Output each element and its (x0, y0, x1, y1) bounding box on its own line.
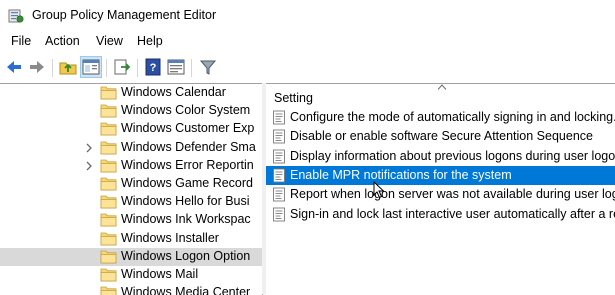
policy-setting-row[interactable]: Sign-in and lock last interactive user a… (266, 205, 615, 224)
folder-icon (100, 86, 117, 100)
tree-item-label: Windows Game Record (121, 176, 253, 190)
policy-setting-icon (273, 207, 285, 221)
folder-icon (100, 213, 117, 227)
tree-item[interactable]: Windows Defender Sma (0, 139, 262, 157)
tree-pane[interactable]: Windows Calendar Windows Color System Wind… (0, 83, 263, 295)
export-list-icon[interactable] (112, 57, 132, 77)
window-title: Group Policy Management Editor (32, 8, 217, 22)
tree-item[interactable]: Windows Media Center (0, 284, 262, 295)
policy-setting-row[interactable]: Report when logon server was not availab… (266, 185, 615, 204)
up-folder-icon[interactable] (58, 57, 78, 77)
tree-item[interactable]: Windows Mail (0, 266, 262, 284)
tree-item-label: Windows Calendar (121, 85, 226, 99)
menu-action[interactable]: Action (45, 34, 80, 48)
settings-list-pane[interactable]: Setting Configure the mode of automatica… (266, 83, 615, 295)
toolbar-separator (106, 59, 107, 77)
folder-icon (100, 177, 117, 191)
tree-item[interactable]: Windows Ink Workspac (0, 211, 262, 229)
tree-item-label: Windows Ink Workspac (121, 212, 251, 227)
menu-help[interactable]: Help (137, 34, 163, 48)
folder-icon (100, 250, 117, 264)
tree-item-label: Windows Installer (121, 230, 219, 245)
policy-setting-icon (273, 129, 285, 144)
policy-setting-icon (273, 187, 285, 202)
tree-item[interactable]: Windows Logon Option (0, 247, 262, 266)
policy-setting-label: Report when logon server was not availab… (290, 187, 615, 202)
policy-setting-label: Disable or enable software Secure Attent… (290, 129, 593, 144)
tree-item-label: Windows Mail (121, 267, 199, 281)
properties-pane-icon[interactable] (166, 57, 186, 77)
policy-setting-row[interactable]: Display information about previous logon… (266, 147, 615, 166)
policy-setting-label: Sign-in and lock last interactive user a… (290, 206, 615, 221)
tree-item[interactable]: Windows Calendar (0, 84, 262, 102)
menu-view[interactable]: View (96, 34, 123, 48)
policy-setting-row[interactable]: Disable or enable software Secure Attent… (266, 127, 615, 146)
tree-item-label: Windows Customer Exp (121, 121, 255, 136)
toolbar-separator (191, 59, 192, 77)
tree-item-label: Windows Color System (121, 103, 251, 118)
toolbar-separator (137, 59, 138, 77)
menu-bar: File Action View Help (0, 31, 615, 53)
menu-file[interactable]: File (11, 34, 31, 48)
show-hide-tree-icon[interactable] (80, 56, 102, 78)
tree-item-label: Windows Error Reportin (121, 157, 254, 172)
policy-setting-row[interactable]: Configure the mode of automatically sign… (266, 108, 615, 127)
folder-icon (100, 104, 117, 118)
filter-icon[interactable] (198, 57, 218, 77)
forward-arrow-icon[interactable] (27, 57, 47, 77)
mouse-cursor-icon (373, 181, 385, 199)
tree-item[interactable]: Windows Customer Exp (0, 120, 262, 138)
tree-item-label: Windows Logon Option (121, 248, 251, 263)
policy-setting-label: Enable MPR notifications for the system (290, 167, 512, 182)
back-arrow-icon[interactable] (4, 57, 24, 77)
policy-setting-label: Configure the mode of automatically sign… (290, 110, 615, 124)
folder-icon (100, 159, 117, 173)
policy-setting-label: Display information about previous logon… (290, 148, 615, 163)
tree-item[interactable]: Windows Game Record (0, 175, 262, 193)
title-bar: Group Policy Management Editor (0, 0, 615, 31)
sort-ascending-icon (438, 84, 446, 90)
tree-item[interactable]: Windows Hello for Busi (0, 193, 262, 211)
tree-item[interactable]: Windows Error Reportin (0, 157, 262, 175)
folder-icon (100, 122, 117, 136)
group-policy-app-icon (8, 9, 24, 23)
toolbar-separator (52, 59, 53, 77)
folder-icon (100, 141, 117, 154)
toolbar: ? (0, 53, 615, 83)
tree-item[interactable]: Windows Color System (0, 102, 262, 120)
chevron-right-icon[interactable] (84, 160, 94, 172)
svg-text:?: ? (150, 62, 157, 74)
policy-setting-icon (273, 168, 285, 183)
chevron-right-icon[interactable] (84, 142, 94, 154)
column-header-setting[interactable]: Setting (274, 91, 313, 105)
folder-icon (100, 195, 117, 209)
tree-item-label: Windows Defender Sma (121, 139, 256, 154)
policy-setting-row[interactable]: Enable MPR notifications for the system (266, 165, 615, 185)
help-icon[interactable]: ? (143, 57, 163, 77)
folder-icon (100, 232, 117, 245)
folder-icon (100, 268, 117, 282)
tree-item-label: Windows Hello for Busi (121, 194, 250, 209)
tree-item[interactable]: Windows Installer (0, 230, 262, 248)
policy-setting-icon (273, 110, 285, 125)
policy-setting-icon (273, 149, 285, 164)
